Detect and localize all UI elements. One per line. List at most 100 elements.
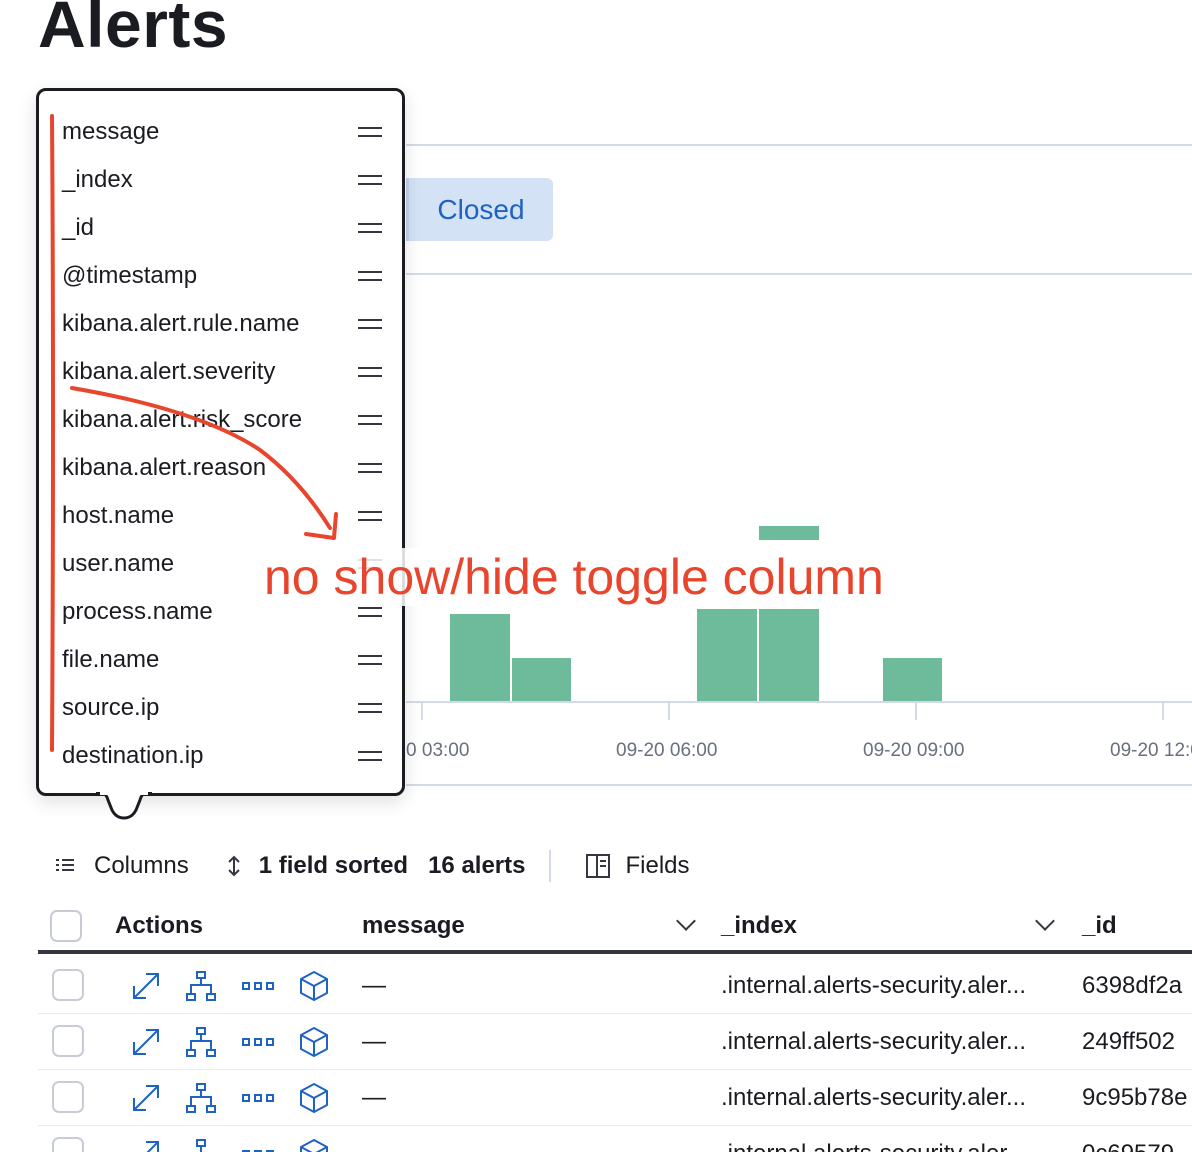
column-header-id[interactable]: _id (1082, 912, 1117, 940)
column-item-label: destination.ip (62, 742, 204, 769)
index-cell: .internal.alerts-security.aler... (721, 1028, 1027, 1055)
analyze-graph-icon[interactable] (185, 970, 217, 1002)
analyze-graph-icon[interactable] (185, 1082, 217, 1114)
drag-handle-icon[interactable] (358, 319, 382, 329)
drag-handle-icon[interactable] (358, 223, 382, 233)
cube-icon[interactable] (298, 1082, 330, 1114)
select-all-checkbox[interactable] (50, 910, 82, 942)
analyze-graph-icon[interactable] (185, 1026, 217, 1058)
histogram-bar (697, 609, 757, 702)
column-item[interactable]: _id (62, 208, 382, 248)
table-icon (586, 854, 611, 878)
histogram-bar (512, 658, 571, 702)
drag-handle-icon[interactable] (358, 415, 382, 425)
column-item-label: kibana.alert.reason (62, 454, 267, 481)
column-item-label: process.name (62, 598, 213, 625)
expand-icon[interactable] (130, 1082, 162, 1114)
more-actions-icon[interactable] (240, 1026, 276, 1058)
fields-button[interactable]: Fields (585, 852, 690, 880)
column-item-label: _id (62, 214, 95, 241)
drag-handle-icon[interactable] (358, 751, 382, 761)
drag-handle-icon[interactable] (358, 175, 382, 185)
chevron-down-icon[interactable] (676, 911, 696, 931)
divider (406, 273, 1192, 275)
column-item[interactable]: kibana.alert.rule.name (62, 304, 382, 344)
more-actions-icon[interactable] (240, 970, 276, 1002)
tab-closed[interactable]: Closed (406, 178, 553, 241)
column-item[interactable]: kibana.alert.severity (62, 352, 382, 392)
drag-handle-icon[interactable] (358, 367, 382, 377)
row-checkbox[interactable] (52, 969, 84, 1001)
x-tick-label: 09-20 12:00 (1110, 740, 1192, 761)
histogram-bar (883, 658, 942, 702)
id-cell: 9c95b78e (1082, 1084, 1188, 1111)
index-cell: .internal.alerts-security.aler... (721, 1140, 1026, 1152)
more-actions-icon[interactable] (240, 1082, 276, 1114)
drag-handle-icon[interactable] (358, 463, 382, 473)
toolbar-divider (549, 850, 552, 882)
table-row: — .internal.alerts-security.aler... 6398… (38, 958, 1192, 1014)
drag-handle-icon[interactable] (358, 703, 382, 713)
sort-icon (227, 855, 240, 877)
message-cell: — (362, 1084, 386, 1111)
drag-handle-icon[interactable] (358, 127, 382, 137)
table-row: — .internal.alerts-security.aler... 0c69… (38, 1126, 1192, 1152)
id-cell: 0c69579 (1082, 1140, 1174, 1152)
id-cell: 249ff502 (1082, 1028, 1175, 1055)
divider (406, 784, 1192, 786)
columns-popover: message _index _id @timestamp kibana.ale… (36, 88, 405, 796)
fields-button-label: Fields (625, 852, 690, 879)
grid-toolbar: Columns 1 field sorted 16 alerts Fields (52, 845, 690, 887)
column-item-label: source.ip (62, 694, 160, 721)
table-row: — .internal.alerts-security.aler... 9c95… (38, 1070, 1192, 1126)
analyze-graph-icon[interactable] (185, 1138, 217, 1152)
index-cell: .internal.alerts-security.aler... (721, 972, 1027, 999)
expand-icon[interactable] (130, 1138, 162, 1152)
id-cell: 6398df2a (1082, 972, 1183, 999)
message-cell: — (362, 1028, 386, 1055)
column-item[interactable]: kibana.alert.reason (62, 448, 382, 488)
column-item[interactable]: message (62, 112, 382, 152)
columns-button-label: Columns (94, 852, 189, 879)
drag-handle-icon[interactable] (358, 655, 382, 665)
column-item-label: file.name (62, 646, 160, 673)
row-checkbox[interactable] (52, 1081, 84, 1113)
column-header-index[interactable]: _index (721, 912, 797, 940)
drag-handle-icon[interactable] (358, 511, 382, 521)
column-item-label: @timestamp (62, 262, 198, 289)
cube-icon[interactable] (298, 1026, 330, 1058)
sort-button[interactable]: 1 field sorted (223, 852, 408, 880)
columns-button[interactable]: Columns (52, 852, 189, 880)
more-actions-icon[interactable] (240, 1138, 276, 1152)
column-item-label: _index (62, 166, 133, 193)
column-item-label: kibana.alert.severity (62, 358, 276, 385)
row-checkbox[interactable] (52, 1025, 84, 1057)
page-title: Alerts (38, 0, 229, 61)
alerts-count: 16 alerts (428, 852, 526, 879)
table-row: — .internal.alerts-security.aler... 249f… (38, 1014, 1192, 1070)
drag-handle-icon[interactable] (358, 271, 382, 281)
cube-icon[interactable] (298, 970, 330, 1002)
annotation-text: no show/hide toggle column (262, 548, 886, 606)
column-item-label: kibana.alert.rule.name (62, 310, 300, 337)
row-checkbox[interactable] (52, 1137, 84, 1152)
column-item[interactable]: kibana.alert.risk_score (62, 400, 382, 440)
expand-icon[interactable] (130, 1026, 162, 1058)
column-item-label: message (62, 118, 160, 145)
column-item[interactable]: host.name (62, 496, 382, 536)
column-header-actions: Actions (115, 912, 204, 939)
column-header-message[interactable]: message (362, 912, 465, 940)
drag-handle-icon[interactable] (358, 607, 382, 617)
column-item[interactable]: file.name (62, 640, 382, 680)
column-item[interactable]: @timestamp (62, 256, 382, 296)
chevron-down-icon[interactable] (1035, 911, 1055, 931)
x-tick-label: 09-20 06:00 (616, 740, 718, 761)
index-cell: .internal.alerts-security.aler... (721, 1084, 1027, 1111)
cube-icon[interactable] (298, 1138, 330, 1152)
histogram-bar (450, 614, 510, 702)
column-item[interactable]: destination.ip (62, 736, 382, 776)
expand-icon[interactable] (130, 970, 162, 1002)
column-item[interactable]: source.ip (62, 688, 382, 728)
column-item[interactable]: _index (62, 160, 382, 200)
column-item-label: kibana.alert.risk_score (62, 406, 303, 433)
